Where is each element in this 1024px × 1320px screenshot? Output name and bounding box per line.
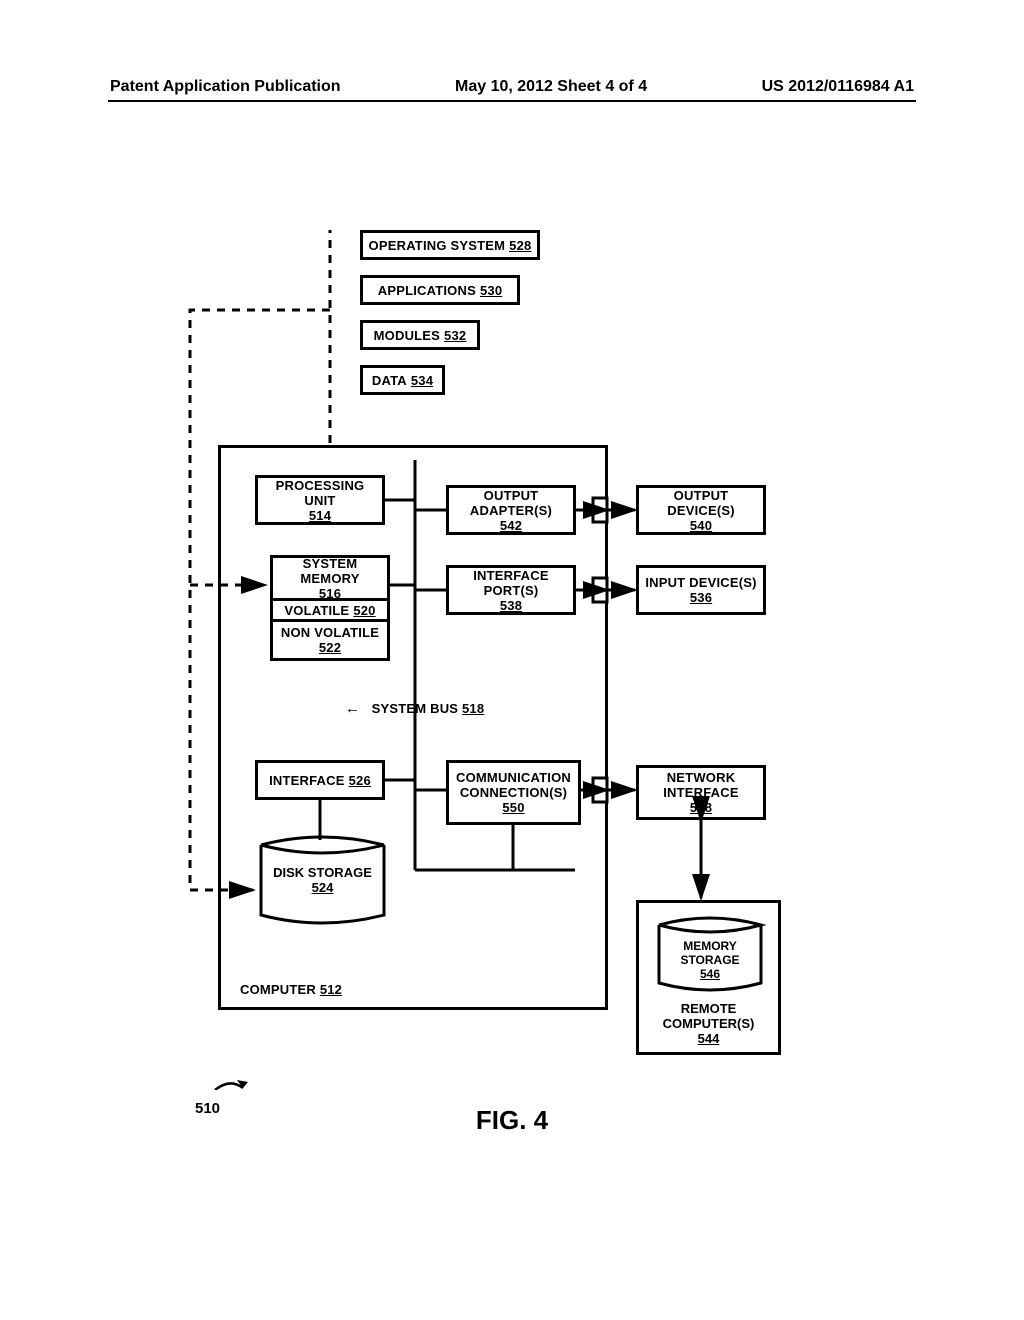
- data-num: 534: [411, 373, 433, 388]
- nvol-label: NON VOLATILE: [281, 625, 379, 640]
- box-interface: INTERFACE 526: [255, 760, 385, 800]
- box-applications: APPLICATIONS 530: [360, 275, 520, 305]
- box-operating-system: OPERATING SYSTEM 528: [360, 230, 540, 260]
- proc-label: PROCESSING UNIT: [262, 478, 378, 508]
- outadap-label: OUTPUT ADAPTER(S): [470, 488, 552, 518]
- indev-label: INPUT DEVICE(S): [645, 575, 756, 590]
- outdev-num: 540: [690, 518, 712, 533]
- page-header: Patent Application Publication May 10, 2…: [0, 78, 1024, 96]
- figure-label: FIG. 4: [0, 1105, 1024, 1136]
- header-rule: [108, 100, 916, 102]
- ifport-label: INTERFACE PORT(S): [473, 568, 548, 598]
- box-processing-unit: PROCESSING UNIT 514: [255, 475, 385, 525]
- remote-num: 544: [698, 1031, 720, 1046]
- modules-label: MODULES: [374, 328, 440, 343]
- box-network-interface: NETWORK INTERFACE 548: [636, 765, 766, 820]
- header-center: May 10, 2012 Sheet 4 of 4: [455, 78, 647, 96]
- outadap-num: 542: [500, 518, 522, 533]
- remote-label: REMOTE COMPUTER(S): [663, 1001, 755, 1031]
- outdev-label: OUTPUT DEVICE(S): [667, 488, 735, 518]
- label-system-bus: ← SYSTEM BUS 518: [345, 700, 484, 717]
- computer-label: COMPUTER: [240, 982, 316, 997]
- vol-label: VOLATILE: [284, 603, 349, 618]
- os-label: OPERATING SYSTEM: [369, 238, 506, 253]
- box-communication-connection: COMMUNICATION CONNECTION(S) 550: [446, 760, 581, 825]
- os-num: 528: [509, 238, 531, 253]
- ifport-num: 538: [500, 598, 522, 613]
- header-left: Patent Application Publication: [110, 78, 341, 96]
- box-interface-port: INTERFACE PORT(S) 538: [446, 565, 576, 615]
- diagram-canvas: OPERATING SYSTEM 528 APPLICATIONS 530 MO…: [175, 230, 795, 1090]
- proc-num: 514: [309, 508, 331, 523]
- box-data: DATA 534: [360, 365, 445, 395]
- apps-num: 530: [480, 283, 502, 298]
- memstor-num: 546: [700, 967, 720, 981]
- sysbus-label: SYSTEM BUS: [372, 701, 459, 716]
- apps-label: APPLICATIONS: [378, 283, 476, 298]
- box-memory-storage: MEMORYSTORAGE 546: [653, 915, 767, 993]
- vol-num: 520: [353, 603, 375, 618]
- box-modules: MODULES 532: [360, 320, 480, 350]
- nvol-num: 522: [319, 640, 341, 655]
- disk-label: DISK STORAGE: [273, 865, 372, 880]
- data-label: DATA: [372, 373, 407, 388]
- indev-num: 536: [690, 590, 712, 605]
- label-computer: COMPUTER 512: [240, 982, 342, 997]
- comm-num: 550: [502, 800, 524, 815]
- header-right: US 2012/0116984 A1: [762, 78, 914, 96]
- netif-num: 548: [690, 800, 712, 815]
- memstor-label: MEMORYSTORAGE: [653, 939, 767, 967]
- comm-label: COMMUNICATION CONNECTION(S): [456, 770, 571, 800]
- sysbus-num: 518: [462, 701, 484, 716]
- box-output-device: OUTPUT DEVICE(S) 540: [636, 485, 766, 535]
- disk-num: 524: [312, 880, 334, 895]
- sysmem-label: SYSTEM MEMORY: [300, 556, 359, 586]
- box-disk-storage: DISK STORAGE 524: [255, 833, 390, 928]
- modules-num: 532: [444, 328, 466, 343]
- box-non-volatile: NON VOLATILE 522: [270, 619, 390, 661]
- computer-num: 512: [320, 982, 342, 997]
- netif-label: NETWORK INTERFACE: [663, 770, 738, 800]
- iface-num: 526: [349, 773, 371, 788]
- box-system-memory: SYSTEM MEMORY 516: [270, 555, 390, 601]
- box-output-adapter: OUTPUT ADAPTER(S) 542: [446, 485, 576, 535]
- figure-text: FIG. 4: [476, 1105, 548, 1135]
- box-input-device: INPUT DEVICE(S) 536: [636, 565, 766, 615]
- iface-label: INTERFACE: [269, 773, 344, 788]
